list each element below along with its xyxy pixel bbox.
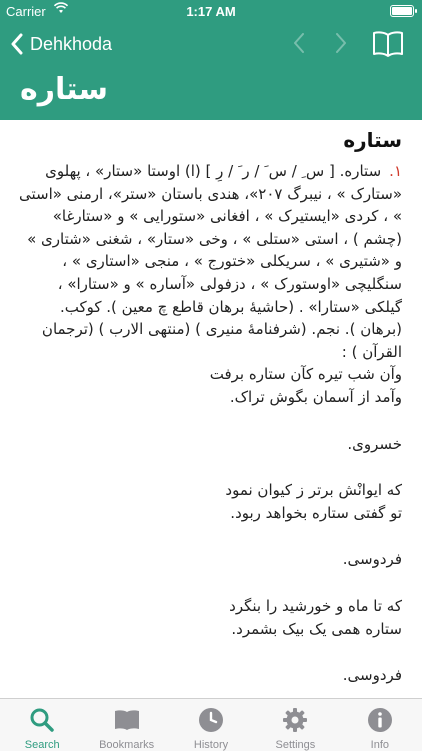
open-book-icon[interactable]: [372, 30, 404, 58]
back-label: Dehkhoda: [30, 33, 113, 54]
page-title: ستاره: [20, 72, 108, 107]
verse-line: ستاره همی یک بیک بشمرد.: [231, 619, 402, 638]
entry-definition: ۱.ستاره. [ س ِ / س َ / ر َ / رِ ] (ا) او…: [18, 160, 402, 363]
poet-name: فردوسی.: [342, 550, 402, 569]
tab-search[interactable]: Search: [0, 699, 84, 751]
tab-bookmarks[interactable]: Bookmarks: [84, 699, 168, 751]
entry-number: ۱.: [389, 162, 402, 180]
verse-line: که ایوانْش برتر ز کیوان نمود: [225, 481, 402, 500]
verse-line: که تا ماه و خورشید را بنگرد: [229, 596, 402, 615]
navigation-bar: Dehkhoda: [0, 22, 422, 66]
info-icon: [367, 708, 392, 732]
poet-name: خسروی.: [347, 434, 402, 453]
title-bar: ستاره: [0, 66, 422, 120]
verse-line: وآمد از آسمان بگوش تراک.: [229, 387, 402, 406]
entry-headword: ستاره: [343, 128, 402, 152]
battery-icon: [390, 5, 417, 17]
tab-settings[interactable]: Settings: [253, 699, 337, 751]
verse-line: وآن شب تیره کآن ستاره برفت: [209, 365, 402, 384]
history-icon: [199, 708, 224, 732]
search-icon: [30, 708, 54, 732]
previous-arrow-icon[interactable]: [292, 32, 306, 54]
verse-line: تو گفتی ستاره بخواهد ربود.: [230, 503, 402, 522]
tab-label: History: [193, 739, 229, 751]
battery-level: [392, 7, 412, 15]
entry-content: ستاره ۱.ستاره. [ س ِ / س َ / ر َ / رِ ] …: [0, 120, 422, 698]
tab-info[interactable]: Info: [338, 699, 422, 751]
back-button[interactable]: Dehkhoda: [10, 30, 112, 58]
tab-label: Bookmarks: [99, 739, 155, 751]
definition-text: ستاره. [ س ِ / س َ / ر َ / رِ ] (ا) اوست…: [18, 162, 402, 361]
tab-bar: Search Bookmarks History Settings Info: [0, 698, 422, 751]
tab-label: Settings: [275, 739, 316, 751]
status-time: 1:17 AM: [186, 4, 236, 19]
settings-icon: [283, 708, 308, 732]
next-arrow-icon[interactable]: [334, 32, 348, 54]
entry-body: ۱.ستاره. [ س ِ / س َ / ر َ / رِ ] (ا) او…: [18, 160, 402, 687]
tab-label: Search: [24, 739, 60, 751]
chevron-left-icon: [11, 33, 23, 55]
bookmarks-icon: [114, 710, 139, 730]
tab-label: Info: [370, 739, 389, 751]
tab-history[interactable]: History: [169, 699, 253, 751]
status-bar: Carrier 1:17 AM: [0, 0, 422, 22]
poet-name: فردوسی.: [342, 666, 402, 685]
